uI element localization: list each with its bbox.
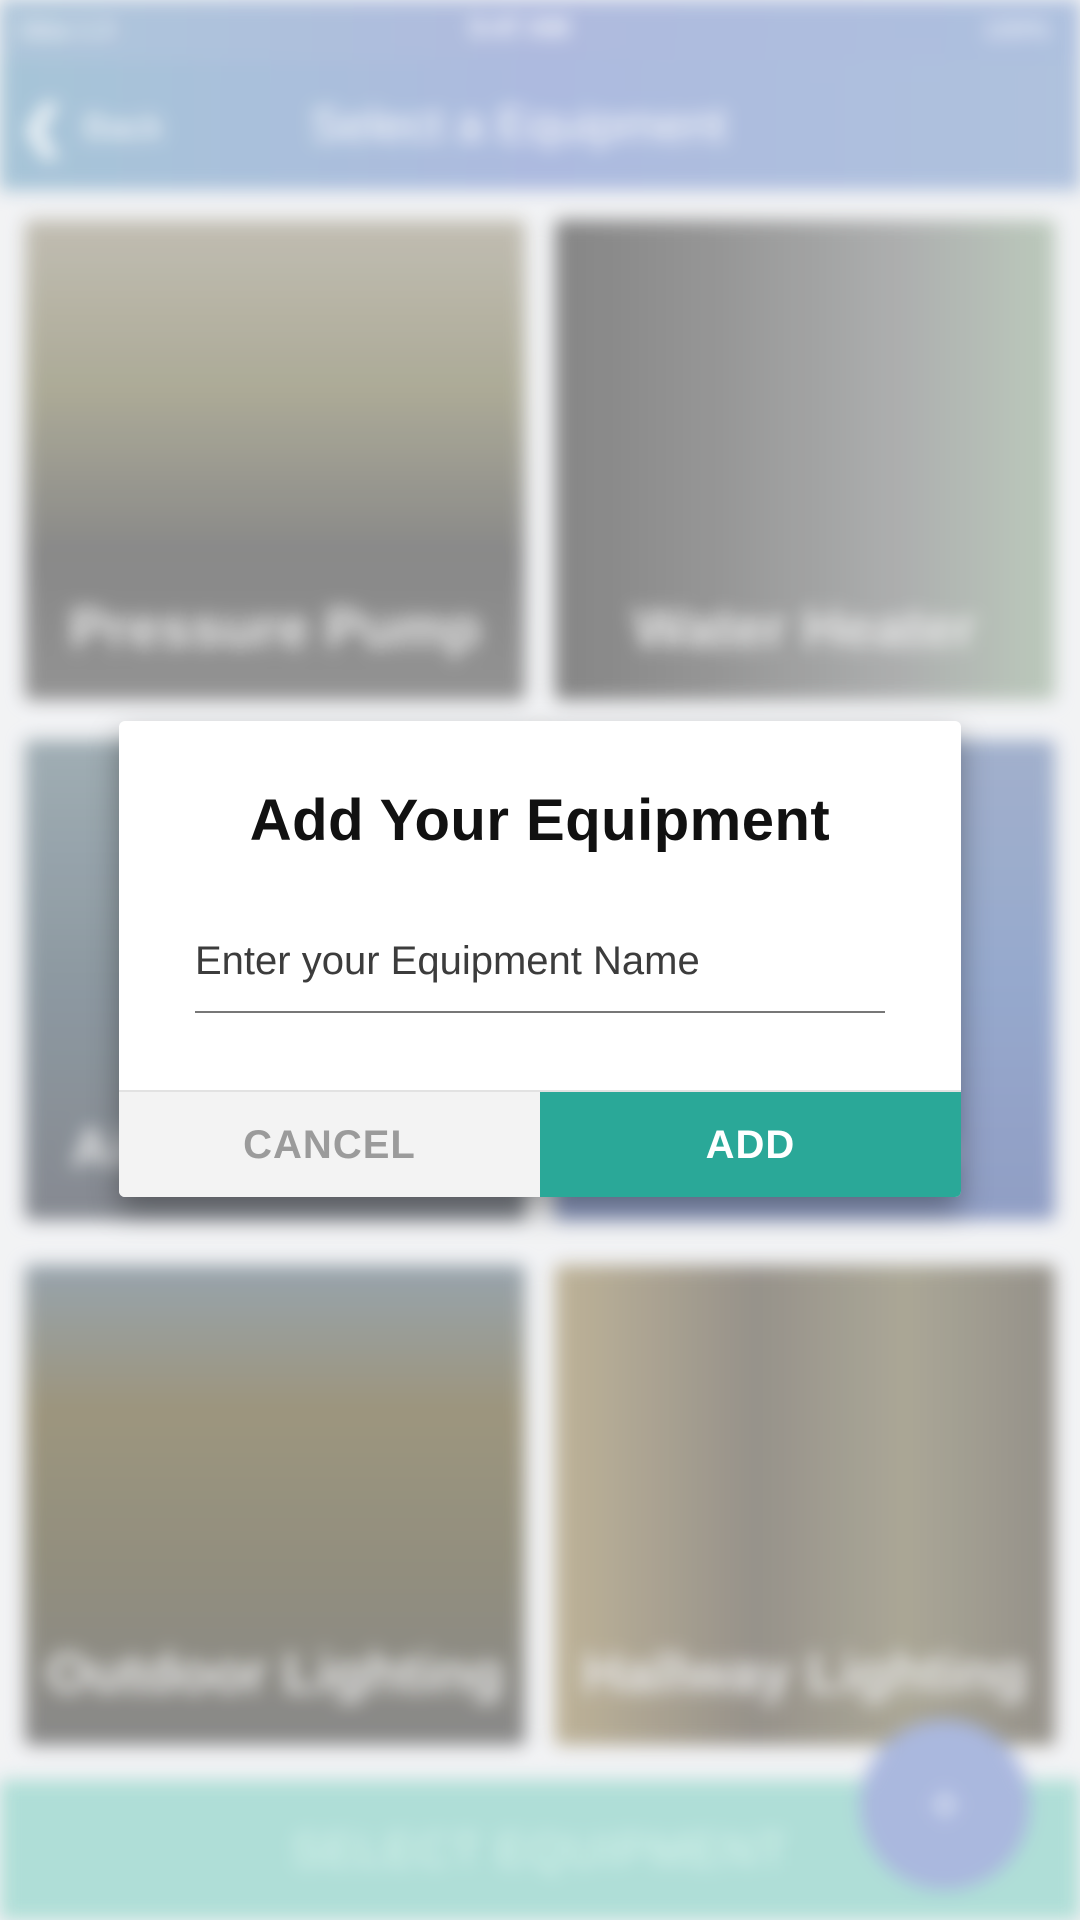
add-button-label: ADD (705, 1123, 796, 1167)
cancel-button-label: CANCEL (243, 1123, 416, 1167)
cancel-button[interactable]: CANCEL (119, 1092, 540, 1197)
dialog-actions: CANCEL ADD (119, 1090, 961, 1197)
dialog-title: Add Your Equipment (249, 788, 831, 853)
equipment-name-input[interactable] (195, 921, 885, 1013)
add-button[interactable]: ADD (540, 1092, 961, 1197)
add-equipment-dialog: Add Your Equipment CANCEL ADD (119, 721, 961, 1197)
